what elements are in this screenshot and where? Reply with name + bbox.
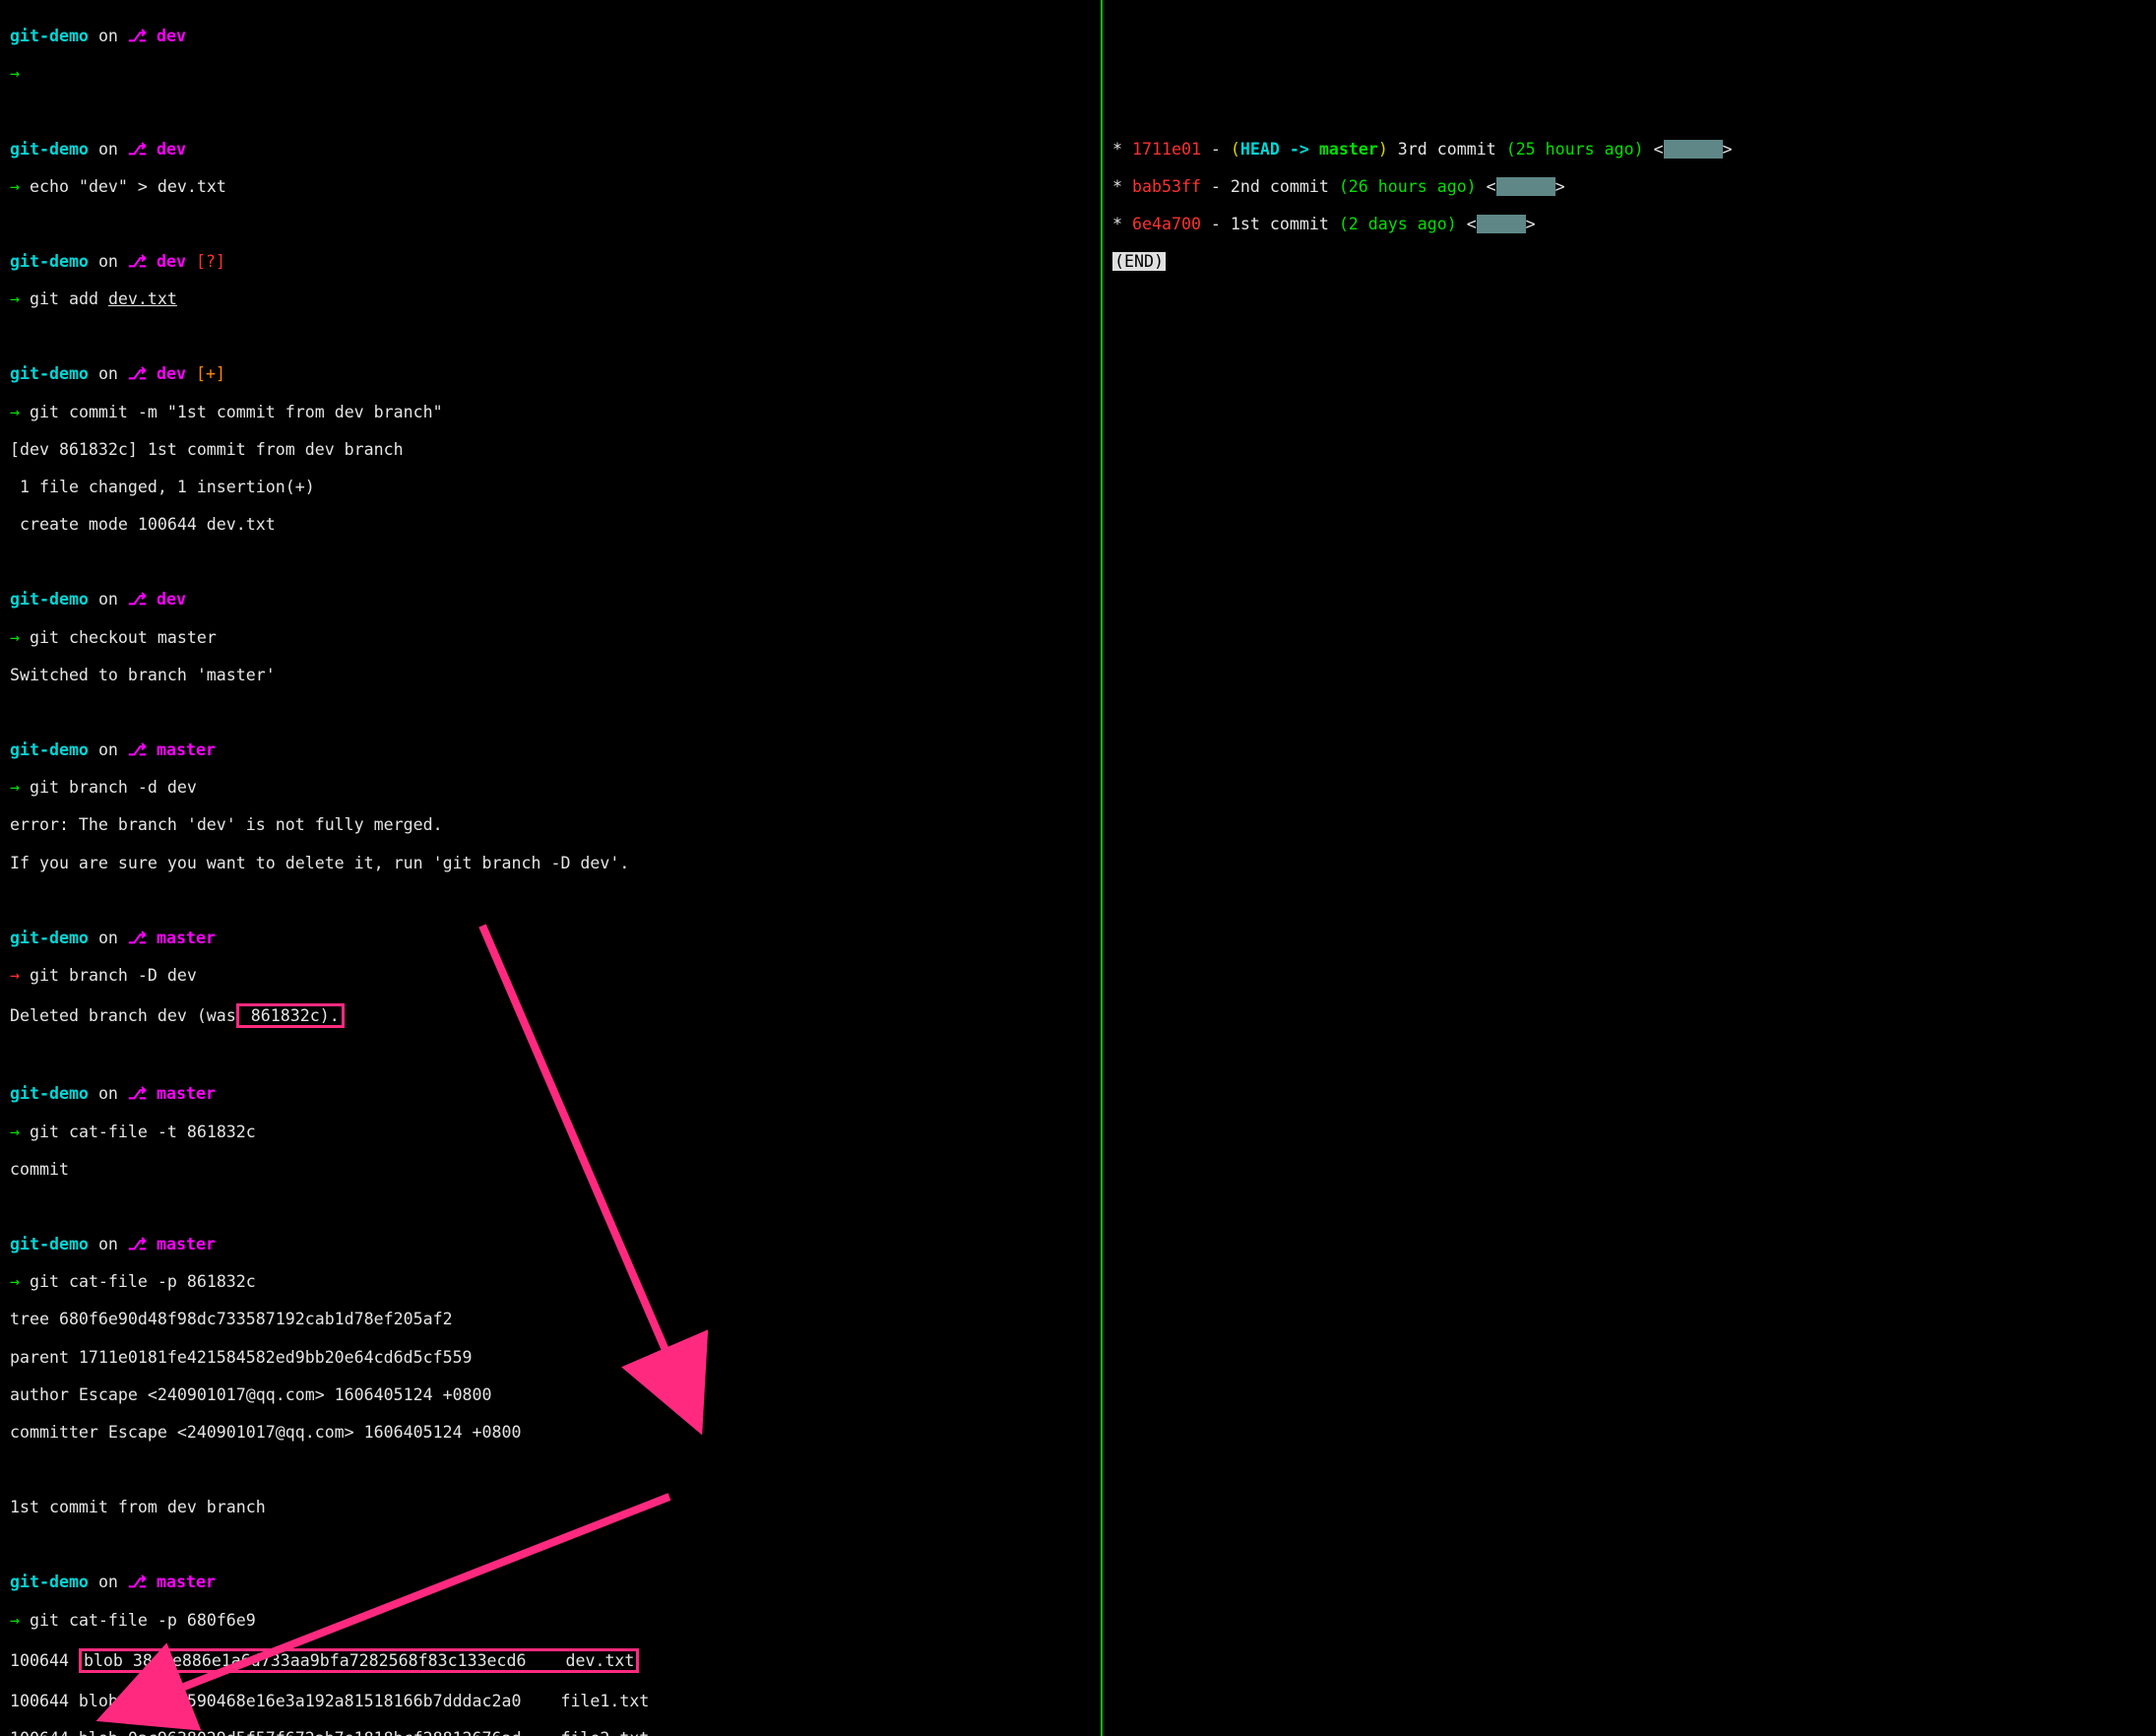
cmd-cat-file-p-tree: → git cat-file -p 680f6e9 xyxy=(10,1611,1091,1630)
pager-end: (END) xyxy=(1112,252,2146,271)
prompt-line: git-demo on ⎇ master xyxy=(10,1084,1091,1103)
redacted-author: xxxxxx xyxy=(1664,140,1723,159)
prompt-line: git-demo on ⎇ dev xyxy=(10,27,1091,45)
branch-icon: ⎇ xyxy=(128,590,147,609)
tree-row: 100644 blob 0ac9638029d5f57f672ab7e1818b… xyxy=(10,1729,1091,1736)
branch-icon: ⎇ xyxy=(128,929,147,947)
prompt-line: git-demo on ⎇ master xyxy=(10,1235,1091,1254)
tree-row: 100644 blob 42d995590468e16e3a192a815181… xyxy=(10,1692,1091,1710)
cmd-cat-file-p-commit: → git cat-file -p 861832c xyxy=(10,1272,1091,1291)
branch-icon: ⎇ xyxy=(128,27,147,45)
terminal-right-pane[interactable]: * 1711e01 - (HEAD -> master) 3rd commit … xyxy=(1103,0,2156,1736)
cmd-git-commit: → git commit -m "1st commit from dev bra… xyxy=(10,403,1091,421)
highlight-sha-box: 861832c). xyxy=(236,1003,345,1028)
out-commit: create mode 100644 dev.txt xyxy=(10,515,1091,534)
prompt-arrow: → xyxy=(10,64,1091,83)
prompt-line: git-demo on ⎇ dev xyxy=(10,140,1091,159)
prompt-line: git-demo on ⎇ master xyxy=(10,740,1091,759)
branch-icon: ⎇ xyxy=(128,1235,147,1254)
branch-icon: ⎇ xyxy=(128,1573,147,1591)
cmd-git-add: → git add dev.txt xyxy=(10,289,1091,308)
prompt-line: git-demo on ⎇ dev [+] xyxy=(10,364,1091,383)
out-tree-line: tree 680f6e90d48f98dc733587192cab1d78ef2… xyxy=(10,1310,1091,1328)
branch-icon: ⎇ xyxy=(128,252,147,271)
cmd-cat-file-t: → git cat-file -t 861832c xyxy=(10,1123,1091,1141)
redacted-author: xxxxxx xyxy=(1496,177,1555,196)
cmd-git-checkout: → git checkout master xyxy=(10,628,1091,647)
prompt-line: git-demo on ⎇ master xyxy=(10,929,1091,947)
out-deleted: Deleted branch dev (was 861832c). xyxy=(10,1003,1091,1028)
branch-icon: ⎇ xyxy=(128,740,147,759)
out-commit: [dev 861832c] 1st commit from dev branch xyxy=(10,440,1091,459)
log-row: * bab53ff - 2nd commit (26 hours ago) <x… xyxy=(1112,177,2146,196)
branch-icon: ⎇ xyxy=(128,364,147,383)
out-commit: 1 file changed, 1 insertion(+) xyxy=(10,478,1091,496)
prompt-line: git-demo on ⎇ master xyxy=(10,1573,1091,1591)
prompt-line: git-demo on ⎇ dev [?] xyxy=(10,252,1091,271)
out-error: If you are sure you want to delete it, r… xyxy=(10,854,1091,872)
out-author-line: author Escape <240901017@qq.com> 1606405… xyxy=(10,1385,1091,1404)
prompt-line: git-demo on ⎇ dev xyxy=(10,590,1091,609)
out-commit-msg: 1st commit from dev branch xyxy=(10,1498,1091,1516)
out-committer-line: committer Escape <240901017@qq.com> 1606… xyxy=(10,1423,1091,1442)
out-parent-line: parent 1711e0181fe421584582ed9bb20e64cd6… xyxy=(10,1348,1091,1367)
out-type: commit xyxy=(10,1160,1091,1179)
log-row: * 6e4a700 - 1st commit (2 days ago) <xxx… xyxy=(1112,215,2146,233)
branch-icon: ⎇ xyxy=(128,140,147,159)
out-checkout: Switched to branch 'master' xyxy=(10,666,1091,684)
terminal-left-pane[interactable]: git-demo on ⎇ dev → git-demo on ⎇ dev → … xyxy=(0,0,1103,1736)
cmd-git-branch-d: → git branch -d dev xyxy=(10,778,1091,797)
branch-icon: ⎇ xyxy=(128,1084,147,1103)
redacted-author: xxxxx xyxy=(1477,215,1526,233)
log-row: * 1711e01 - (HEAD -> master) 3rd commit … xyxy=(1112,140,2146,159)
cmd-echo: → echo "dev" > dev.txt xyxy=(10,177,1091,196)
tree-row: 100644 blob 38f8e886e1a6d733aa9bfa728256… xyxy=(10,1648,1091,1673)
highlight-blob-box: blob 38f8e886e1a6d733aa9bfa7282568f83c13… xyxy=(79,1648,639,1673)
out-error: error: The branch 'dev' is not fully mer… xyxy=(10,815,1091,834)
cmd-git-branch-force-delete: → git branch -D dev xyxy=(10,966,1091,985)
